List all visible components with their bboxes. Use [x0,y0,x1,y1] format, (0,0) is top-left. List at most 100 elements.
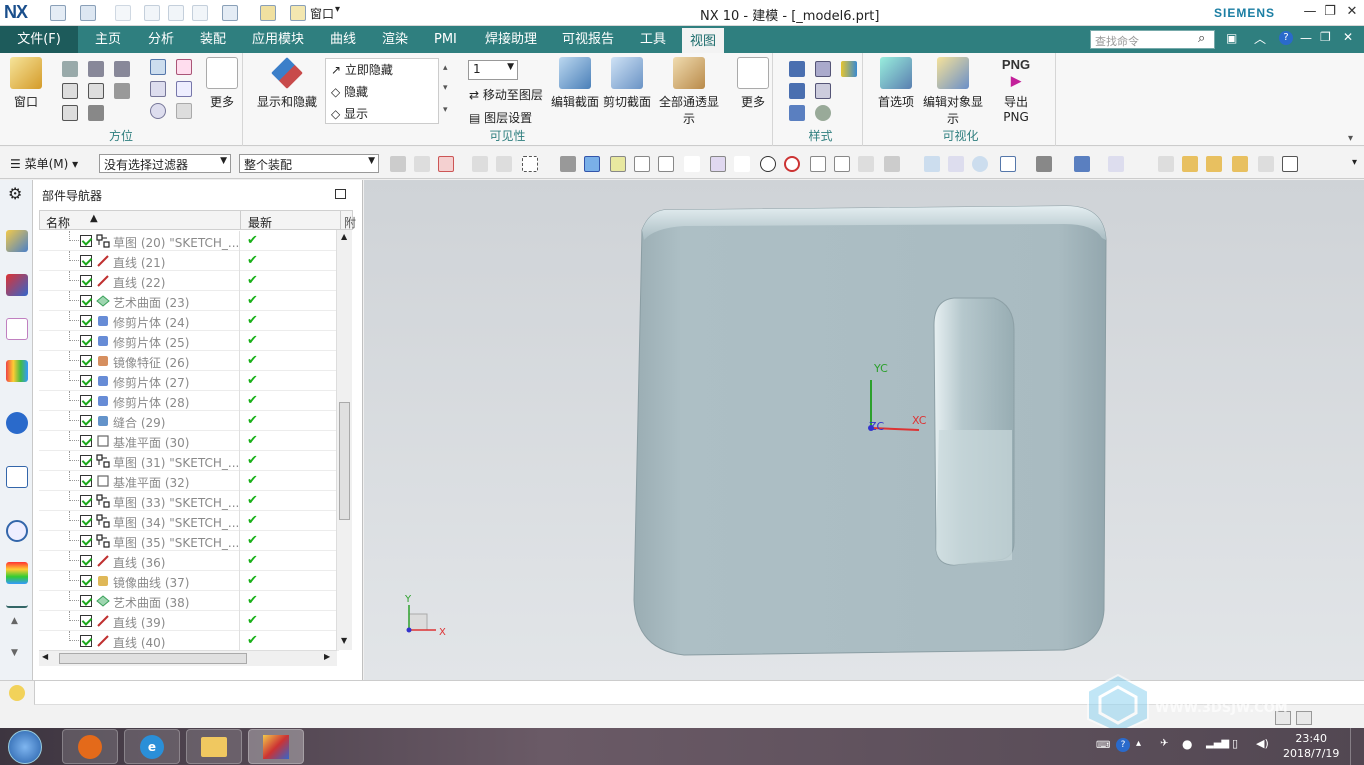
tab-weld-assistant[interactable]: 焊接助理 [485,26,537,53]
view-bottom-icon[interactable] [114,83,130,99]
move-to-layer-button[interactable]: ⇄ 移动至图层 [469,86,543,103]
help-icon[interactable]: ? [1279,31,1293,45]
restore-doc-button[interactable]: ❐ [1320,30,1331,44]
tab-render[interactable]: 渲染 [382,26,408,53]
minimize-doc-button[interactable]: — [1300,31,1312,45]
sort-ascending-icon[interactable]: ▲ [90,213,98,224]
reuse-library-icon[interactable] [6,360,28,382]
visibility-checkbox[interactable] [80,555,92,567]
feature-row[interactable]: 草图 (35) "SKETCH_... ✔ [39,531,339,551]
snap-curve-icon[interactable] [684,156,700,172]
scroll-right-icon[interactable]: ▶ [324,652,330,661]
restore-view-icon[interactable] [176,103,192,119]
visibility-checkbox[interactable] [80,235,92,247]
visibility-checkbox[interactable] [80,435,92,447]
vertical-scrollbar[interactable]: ▲ ▼ [336,230,352,650]
maximize-panel-icon[interactable] [335,189,346,199]
snap-intersection-icon[interactable] [734,156,750,172]
tray-arrow-icon[interactable]: ▴ [1136,738,1141,749]
chevron-up-icon[interactable]: ︿ [1254,30,1266,47]
assembly-constraints-icon[interactable] [1182,156,1198,172]
view-trimetric-icon[interactable] [62,61,78,77]
feature-row[interactable]: 直线 (40) ✔ [39,631,339,651]
feature-row[interactable]: 直线 (22) ✔ [39,271,339,291]
visibility-checkbox[interactable] [80,255,92,267]
feature-row[interactable]: 艺术曲面 (23) ✔ [39,291,339,311]
taskbar-ie[interactable]: e [124,729,180,764]
touch-mode-icon[interactable] [222,5,238,21]
close-button[interactable]: ✕ [1342,4,1362,22]
scroll-left-icon[interactable]: ◀ [42,652,48,661]
snap-quadrant-icon[interactable] [784,156,800,172]
visibility-checkbox[interactable] [80,295,92,307]
view-isometric-icon[interactable] [114,61,130,77]
status-icon-2[interactable] [1296,711,1312,725]
add-component-icon[interactable] [1206,156,1222,172]
vertical-scroll-thumb[interactable] [339,402,350,520]
pencil-icon[interactable] [176,81,192,97]
assembly-icon[interactable] [1158,156,1174,172]
rotate-view-icon[interactable] [972,156,988,172]
roles-icon[interactable] [6,600,28,608]
feature-row[interactable]: 修剪片体 (24) ✔ [39,311,339,331]
graphics-window[interactable]: YC XC ZC Y X [364,180,1364,680]
measure-icon[interactable] [1282,156,1298,172]
horizontal-scrollbar[interactable]: ◀ ▶ [39,650,337,666]
system-materials-icon[interactable] [6,562,28,584]
column-latest-header[interactable]: 最新 [248,214,272,231]
studio-icon[interactable] [789,105,805,121]
partially-shaded-icon[interactable] [815,105,831,121]
visibility-checkbox[interactable] [80,395,92,407]
expand-list-icon[interactable]: ▾ [443,105,448,115]
scroll-down-icon[interactable]: ▼ [11,648,18,658]
snap-midpoint-icon[interactable] [658,156,674,172]
feature-row[interactable]: 草图 (33) "SKETCH_... ✔ [39,491,339,511]
feature-row[interactable]: 基准平面 (30) ✔ [39,431,339,451]
view-back-icon[interactable] [62,105,78,121]
preferences-button[interactable]: 首选项 [874,57,918,110]
wireframe-icon[interactable] [789,83,805,99]
feature-row[interactable]: 镜像特征 (26) ✔ [39,351,339,371]
work-layer-icon[interactable] [1074,156,1090,172]
snap-bounded-grid-icon[interactable] [884,156,900,172]
hide-item[interactable]: ◇ 隐藏 [331,83,368,100]
model-slot[interactable] [933,297,1015,566]
visibility-checkbox[interactable] [80,495,92,507]
tab-home[interactable]: 主页 [95,26,121,53]
web-browser-icon[interactable] [6,466,28,488]
tab-assembly[interactable]: 装配 [200,26,226,53]
tab-view[interactable]: 视图 [682,26,725,53]
instant-hide-item[interactable]: ↗ 立即隐藏 [331,61,393,78]
paste-icon[interactable] [192,5,208,21]
volume-icon[interactable]: ◀) [1256,737,1269,750]
view-top-icon[interactable] [88,61,104,77]
feature-row[interactable]: 镜像曲线 (37) ✔ [39,571,339,591]
visibility-checkbox[interactable] [80,595,92,607]
visibility-checkbox[interactable] [80,455,92,467]
edit-object-display-button[interactable]: 编辑对象显示 [918,57,988,127]
tab-applications[interactable]: 应用模块 [252,26,304,53]
visibility-checkbox[interactable] [80,515,92,527]
feature-row[interactable]: 直线 (39) ✔ [39,611,339,631]
feature-row[interactable]: 直线 (36) ✔ [39,551,339,571]
feature-row[interactable]: 草图 (20) "SKETCH_... ✔ [39,231,339,251]
keyboard-icon[interactable]: ⌨ [1096,740,1110,751]
rectangle-select-icon[interactable] [522,156,538,172]
window-icon[interactable] [290,5,306,21]
snap-endpoint-icon[interactable] [610,156,626,172]
all-see-through-button[interactable]: 全部通透显示 [655,57,723,127]
reference-set-icon[interactable] [1258,156,1274,172]
assembly-navigator-icon[interactable] [6,230,28,252]
clock[interactable]: 23:40 2018/7/19 [1283,731,1339,761]
edit-section-button[interactable]: 编辑截面 [551,57,599,110]
snap-center-icon[interactable] [760,156,776,172]
view-left-icon[interactable] [88,105,104,121]
clip-section-button[interactable]: 剪切截面 [603,57,651,110]
face-analysis-icon[interactable] [841,61,857,77]
zoom-view-icon[interactable] [948,156,964,172]
fit-view-icon[interactable] [924,156,940,172]
snap-tangent-icon[interactable] [834,156,850,172]
scroll-down-icon[interactable]: ▼ [341,636,347,645]
layer-select[interactable]: 1 ▼ [468,60,518,80]
visibility-checkbox[interactable] [80,355,92,367]
